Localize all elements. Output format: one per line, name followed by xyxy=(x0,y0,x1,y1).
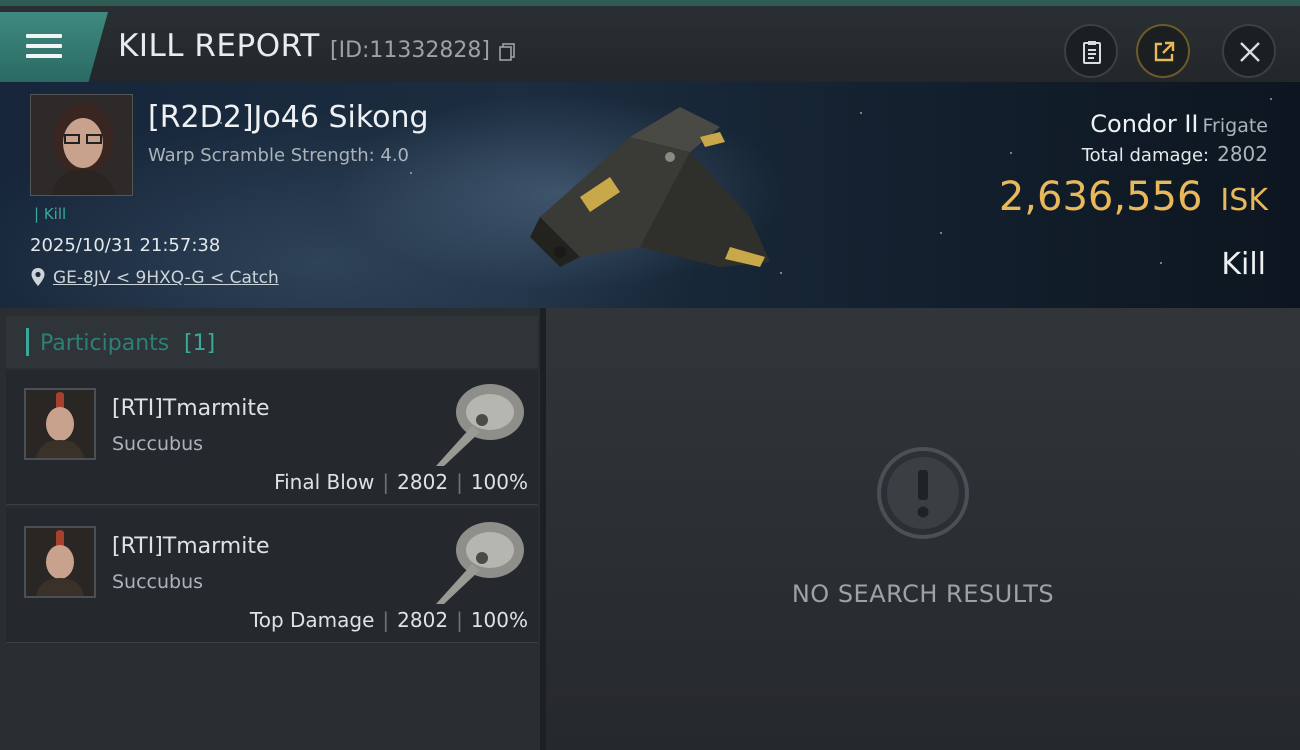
victim-name[interactable]: [R2D2]Jo46 Sikong xyxy=(148,100,429,135)
participant-row[interactable]: [RTI]Tmarmite Succubus Top Damage | 2802 | 1… xyxy=(6,508,538,643)
empty-state-message: NO SEARCH RESULTS xyxy=(791,580,1055,608)
ship-info: Condor II Frigate xyxy=(1090,110,1268,138)
ship-class: Frigate xyxy=(1202,115,1268,137)
isk-value-line: 2,636,556 ISK xyxy=(999,174,1268,220)
avatar[interactable] xyxy=(24,526,96,598)
star xyxy=(1010,152,1012,154)
menu-icon-bar xyxy=(26,54,62,58)
exclamation-icon xyxy=(877,447,969,539)
separator: | xyxy=(382,608,390,632)
share-button[interactable] xyxy=(1136,24,1190,78)
participant-ship: Succubus xyxy=(112,571,204,593)
participant-ship: Succubus xyxy=(112,433,204,455)
menu-icon-bar xyxy=(26,44,62,48)
participant-ship-image xyxy=(436,522,524,604)
total-damage-value: 2802 xyxy=(1217,142,1268,166)
separator: | xyxy=(456,470,463,494)
page-title: KILL REPORT xyxy=(118,28,320,64)
separator: | xyxy=(382,470,390,494)
top-bar: KILL REPORT [ID:11332828] xyxy=(0,0,1300,82)
participant-damage: 2802 xyxy=(397,470,449,494)
separator: | xyxy=(456,608,463,632)
clipboard-icon xyxy=(1083,41,1101,64)
participant-name[interactable]: [RTI]Tmarmite xyxy=(112,396,270,421)
results-panel: NO SEARCH RESULTS xyxy=(546,308,1300,750)
participants-panel: Participants [1] [RTI]Tmarmite Succubus … xyxy=(0,308,540,750)
victim-portrait[interactable] xyxy=(30,94,133,196)
menu-icon xyxy=(26,34,62,38)
participants-count: [1] xyxy=(184,331,216,356)
participants-title: Participants xyxy=(40,331,170,356)
participant-avatar xyxy=(26,528,94,596)
participant-ship-image xyxy=(436,384,524,466)
kill-banner: [R2D2]Jo46 Sikong Warp Scramble Strength… xyxy=(0,82,1300,308)
kill-tag: | Kill xyxy=(34,205,67,223)
participant-stats: Top Damage | 2802 | 100% xyxy=(250,608,528,632)
report-id: [ID:11332828] xyxy=(330,38,490,63)
kill-timestamp: 2025/10/31 21:57:38 xyxy=(30,235,221,256)
isk-unit: ISK xyxy=(1220,183,1268,218)
participant-row[interactable]: [RTI]Tmarmite Succubus Final Blow | 2802 | 1… xyxy=(6,370,538,505)
isk-value: 2,636,556 xyxy=(998,174,1203,220)
menu-button[interactable] xyxy=(0,12,108,82)
kill-location-link[interactable]: GE-8JV < 9HXQ-G < Catch xyxy=(53,268,279,288)
participant-stats: Final Blow | 2802 | 100% xyxy=(274,470,528,494)
star xyxy=(860,112,862,114)
share-icon xyxy=(1154,41,1175,62)
star xyxy=(410,172,412,174)
star xyxy=(940,232,942,234)
warp-scramble-strength: Warp Scramble Strength: 4.0 xyxy=(148,145,410,166)
total-damage-label: Total damage: xyxy=(1081,145,1210,166)
participants-header: Participants [1] xyxy=(6,316,538,368)
result-label: Kill xyxy=(1221,247,1266,282)
ship-name[interactable]: Condor II xyxy=(1090,110,1198,138)
participant-role: Top Damage xyxy=(249,608,375,632)
ship-image xyxy=(530,107,770,267)
clipboard-button[interactable] xyxy=(1064,24,1118,78)
victim-avatar xyxy=(31,95,132,195)
copy-icon[interactable] xyxy=(499,43,515,61)
participant-name[interactable]: [RTI]Tmarmite xyxy=(112,534,270,559)
total-damage: Total damage: 2802 xyxy=(1082,142,1268,166)
participant-role: Final Blow xyxy=(274,470,375,494)
participant-percent: 100% xyxy=(470,470,528,494)
star xyxy=(1270,98,1272,100)
participant-damage: 2802 xyxy=(397,608,449,632)
close-icon xyxy=(1240,42,1260,62)
star xyxy=(1160,262,1162,264)
close-button[interactable] xyxy=(1222,24,1276,78)
avatar[interactable] xyxy=(24,388,96,460)
participant-percent: 100% xyxy=(470,608,528,632)
location-pin-icon xyxy=(31,268,45,286)
kill-tag-label: Kill xyxy=(43,205,67,223)
participant-avatar xyxy=(26,390,94,458)
header-accent xyxy=(26,328,29,356)
